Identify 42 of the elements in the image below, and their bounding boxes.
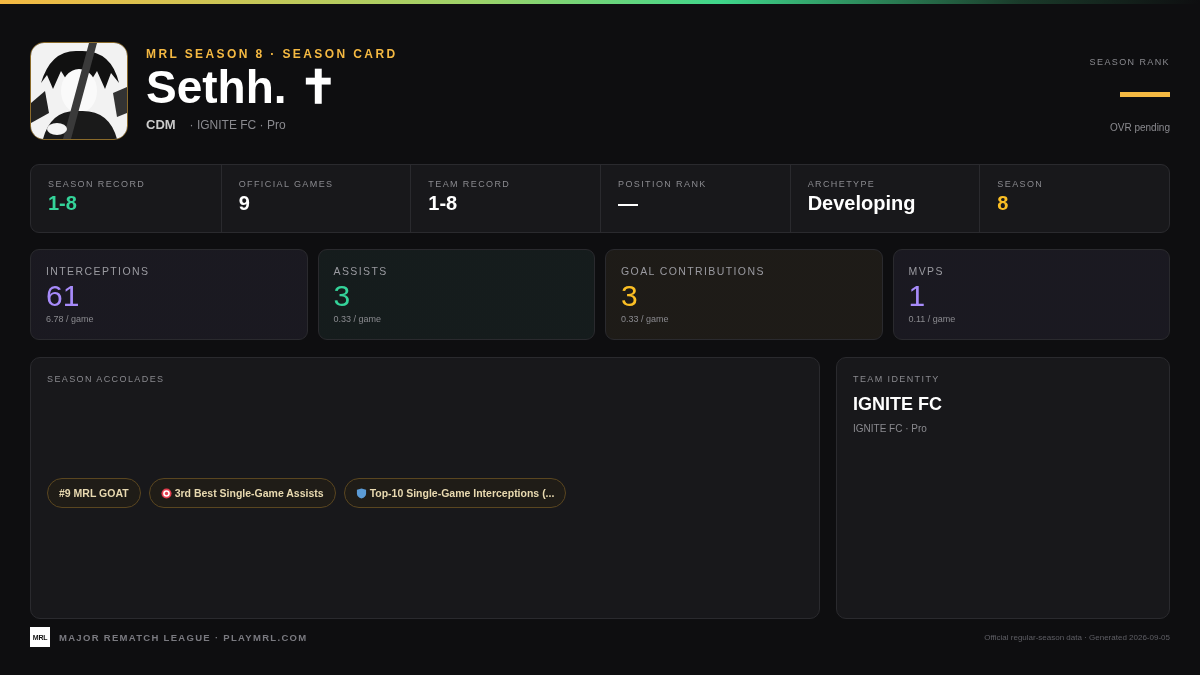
league-name: MAJOR REMATCH LEAGUE · PLAYMRL.COM — [59, 631, 308, 643]
stat-label: GOAL CONTRIBUTIONS — [621, 265, 766, 277]
accolade-chip: 3rd Best Single-Game Assists — [148, 478, 336, 508]
summary-label: TEAM RECORD — [428, 179, 512, 189]
summary-value: 9 — [238, 192, 251, 215]
accolade-chip: #9 MRL GOAT — [47, 478, 141, 508]
per-game-rate: 6.78 / game — [46, 314, 95, 324]
rank-placeholder-bar — [1120, 92, 1170, 97]
stat-label: MVPS — [908, 265, 945, 277]
summary-label: SEASON — [997, 179, 1045, 189]
per-game-rate: 0.33 / game — [333, 314, 383, 324]
per-game-rate: 0.11 / game — [908, 314, 957, 324]
player-name: Sethh. ✝ — [146, 61, 340, 113]
summary-label: ARCHETYPE — [807, 179, 877, 189]
summary-label: POSITION RANK — [618, 179, 708, 189]
per-game-rate: 0.33 / game — [621, 314, 670, 324]
rank-label: SEASON RANK — [1089, 57, 1170, 67]
footer-note: Official regular-season data · Generated 2026-09-05 — [984, 632, 1170, 642]
team-line: · IGNITE FC · Pro — [189, 118, 286, 132]
shield-icon — [355, 487, 367, 499]
stat-label: ASSISTS — [333, 265, 389, 277]
stat-value: 1 — [908, 280, 927, 312]
stat-value: 61 — [46, 280, 81, 312]
summary-value: 1-8 — [48, 192, 78, 215]
summary-label: OFFICIAL GAMES — [238, 179, 335, 189]
summary-value: 1-8 — [428, 192, 459, 215]
stat-label: INTERCEPTIONS — [46, 265, 151, 277]
card-eyebrow: MRL SEASON 8 · SEASON CARD — [146, 47, 398, 61]
team-subtitle: IGNITE FC · Pro — [853, 423, 928, 434]
stat-value: 3 — [621, 280, 639, 312]
summary-value: Developing — [807, 192, 917, 215]
target-icon — [160, 487, 172, 499]
rank-note: OVR pending — [1109, 122, 1170, 133]
player-position: CDM — [146, 117, 176, 132]
panel-title: TEAM IDENTITY — [853, 374, 941, 384]
summary-label: SEASON RECORD — [48, 179, 147, 189]
stat-value: 3 — [333, 280, 352, 312]
summary-value: 8 — [997, 192, 1010, 215]
panel-title: SEASON ACCOLADES — [47, 374, 166, 384]
accolade-chip: Top-10 Single-Game Interceptions (... — [343, 478, 567, 508]
summary-value: — — [618, 192, 639, 215]
team-name: IGNITE FC — [853, 394, 943, 415]
